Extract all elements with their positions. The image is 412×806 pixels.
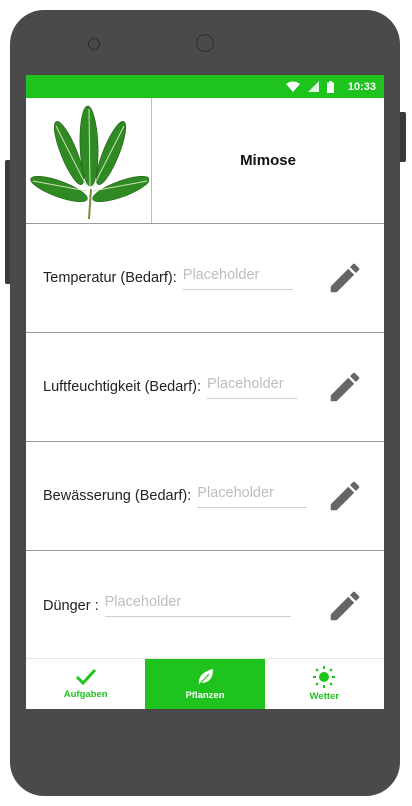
- status-bar: 10:33: [26, 75, 384, 98]
- wifi-icon: [285, 81, 300, 92]
- luftfeuchtigkeit-input[interactable]: [206, 375, 297, 399]
- bottom-tab-bar: Aufgaben Pflanzen Wetter: [26, 658, 384, 709]
- plant-image: [26, 98, 152, 223]
- sensor-icon: [88, 38, 100, 50]
- check-icon: [75, 668, 96, 686]
- row-bewaesserung: Bewässerung (Bedarf):: [26, 442, 384, 551]
- bewaesserung-input[interactable]: [197, 484, 308, 508]
- tab-pflanzen-label: Pflanzen: [185, 690, 225, 701]
- row-luftfeuchtigkeit: Luftfeuchtigkeit (Bedarf):: [26, 333, 384, 442]
- power-button: [400, 112, 406, 162]
- row-duenger: Dünger :: [26, 551, 384, 660]
- sun-icon: [313, 666, 336, 688]
- bewaesserung-label: Bewässerung (Bedarf):: [43, 488, 192, 504]
- app-screen: 10:33 Mimose Temperatur (Bedarf): Placeh…: [26, 75, 384, 709]
- duenger-input[interactable]: [104, 594, 291, 617]
- pencil-icon[interactable]: [326, 477, 364, 515]
- plant-name: Mimose: [240, 152, 296, 169]
- tab-wetter[interactable]: Wetter: [265, 659, 384, 709]
- pencil-icon[interactable]: [326, 587, 364, 625]
- pencil-icon[interactable]: [326, 368, 364, 406]
- temperatur-label: Temperatur (Bedarf):: [43, 270, 177, 286]
- tab-aufgaben[interactable]: Aufgaben: [26, 659, 145, 709]
- plant-header: Mimose: [26, 98, 384, 224]
- row-temperatur: Temperatur (Bedarf):: [26, 224, 384, 333]
- battery-icon: [326, 80, 334, 93]
- signal-icon: [307, 81, 319, 92]
- pencil-icon[interactable]: [326, 259, 364, 297]
- leaf-icon: [198, 669, 213, 686]
- tab-pflanzen[interactable]: Pflanzen: [145, 659, 265, 709]
- tab-aufgaben-label: Aufgaben: [63, 689, 108, 700]
- camera-icon: [196, 34, 214, 52]
- luftfeuchtigkeit-label: Luftfeuchtigkeit (Bedarf):: [43, 379, 201, 395]
- temperatur-input[interactable]: [182, 266, 293, 290]
- volume-button: [5, 160, 10, 284]
- tab-wetter-label: Wetter: [309, 691, 340, 702]
- mimosa-leaf-image: [29, 105, 149, 219]
- duenger-label: Dünger :: [43, 597, 99, 614]
- status-time: 10:33: [347, 80, 376, 93]
